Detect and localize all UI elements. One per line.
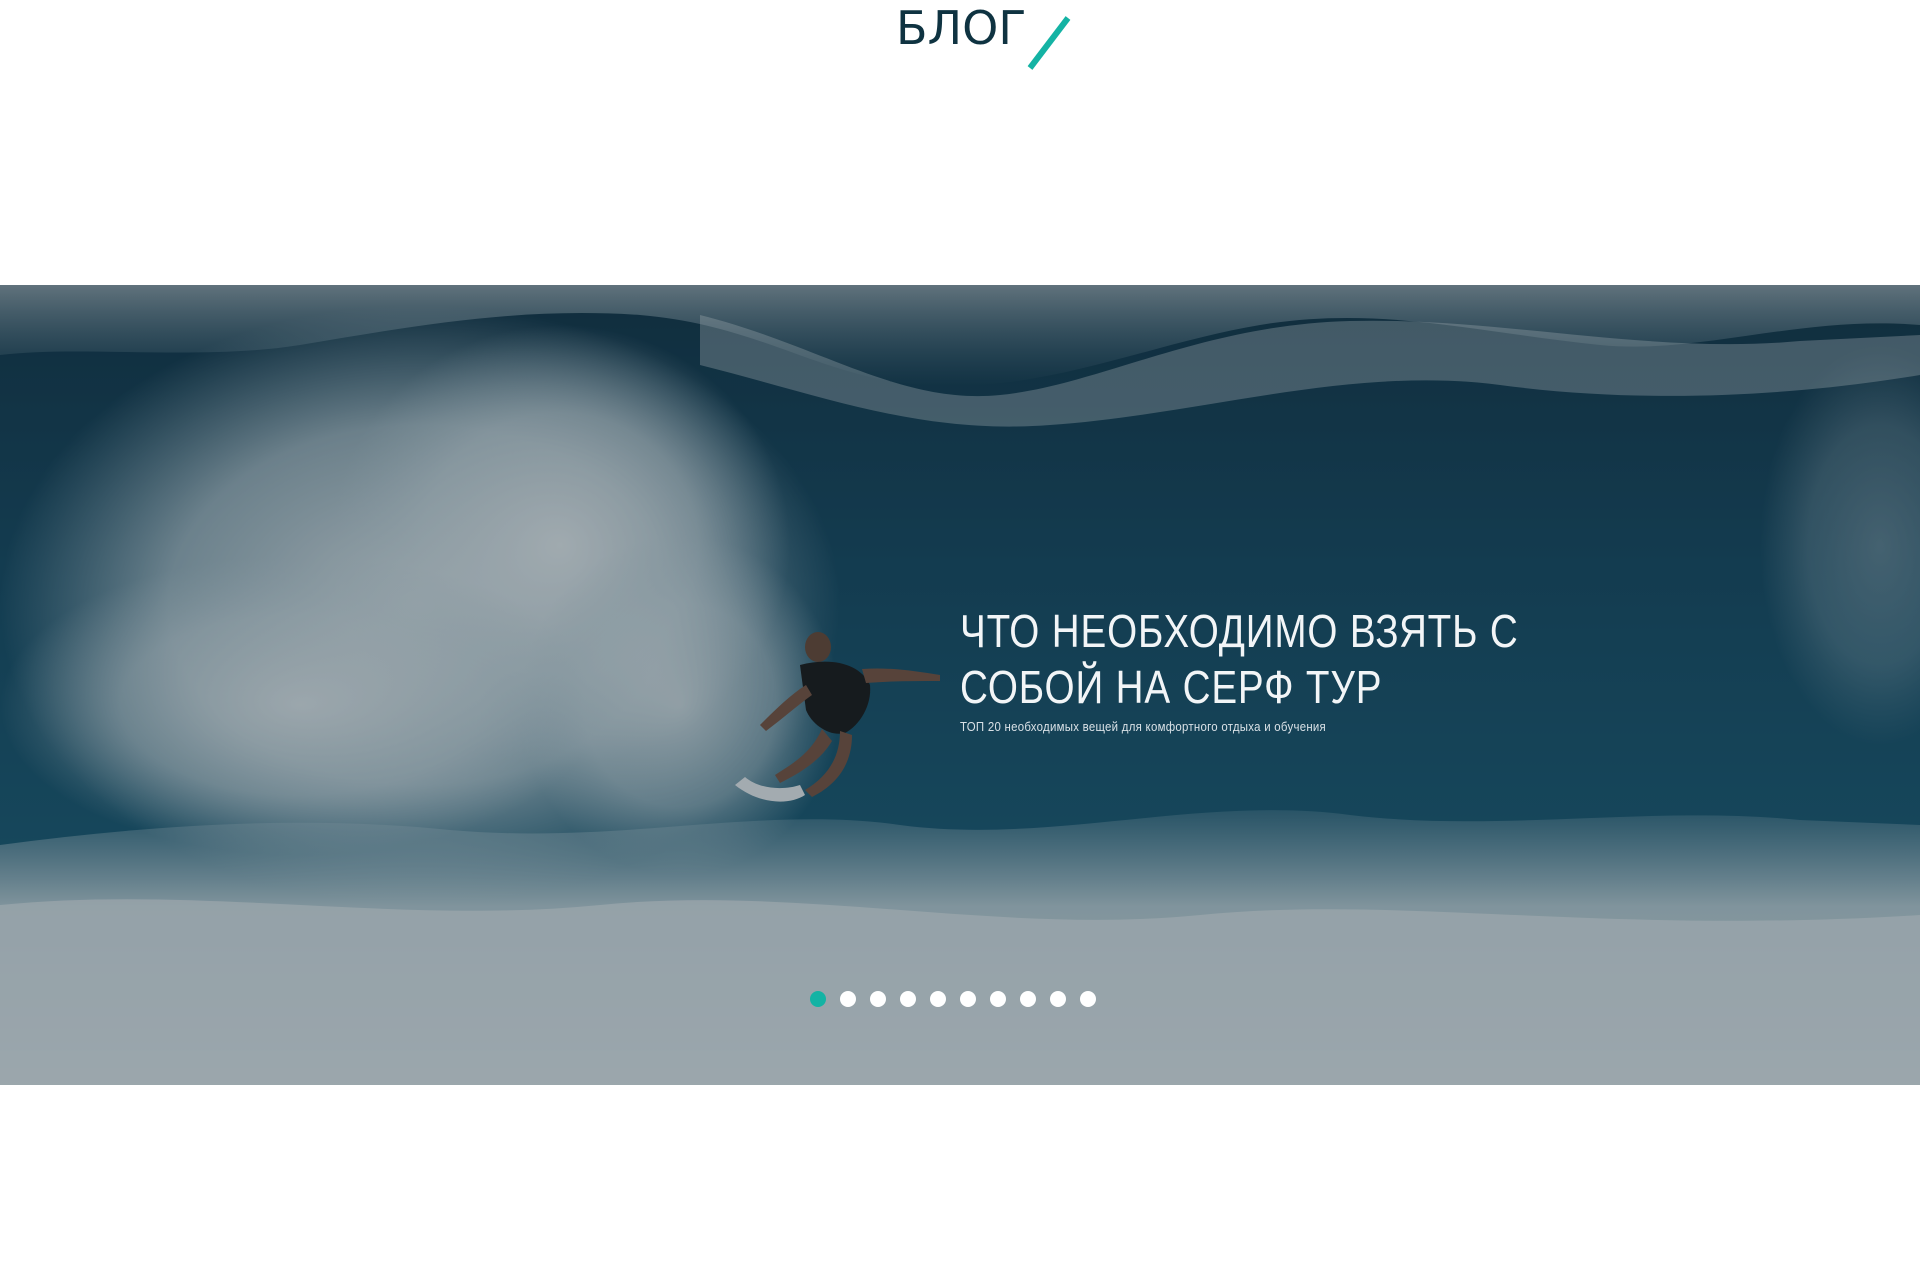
slider-dot-8[interactable] (1020, 991, 1036, 1007)
hero-slider: ЧТО НЕОБХОДИМО ВЗЯТЬ С СОБОЙ НА СЕРФ ТУР… (0, 285, 1920, 1085)
slider-dot-4[interactable] (900, 991, 916, 1007)
slider-dot-10[interactable] (1080, 991, 1096, 1007)
slide-subtitle: ТОП 20 необходимых вещей для комфортного… (960, 719, 1327, 734)
page: БЛОГ ЧТО НЕОБХОДИМО ВЗЯТЬ С СОБОЙ НА СЕР… (0, 0, 1920, 1285)
slider-pagination (810, 991, 1096, 1011)
slide-caption: ЧТО НЕОБХОДИМО ВЗЯТЬ С СОБОЙ НА СЕРФ ТУР… (960, 603, 1580, 735)
slider-dot-6[interactable] (960, 991, 976, 1007)
page-title: БЛОГ (896, 1, 1027, 55)
slider-dot-3[interactable] (870, 991, 886, 1007)
slider-dot-7[interactable] (990, 991, 1006, 1007)
slider-dot-5[interactable] (930, 991, 946, 1007)
slider-dot-9[interactable] (1050, 991, 1066, 1007)
slider-dot-1[interactable] (810, 991, 826, 1007)
slash-accent-icon (1027, 16, 1071, 70)
blog-heading: БЛОГ (0, 0, 1920, 80)
slider-dot-2[interactable] (840, 991, 856, 1007)
slide-title[interactable]: ЧТО НЕОБХОДИМО ВЗЯТЬ С СОБОЙ НА СЕРФ ТУР (960, 603, 1582, 715)
